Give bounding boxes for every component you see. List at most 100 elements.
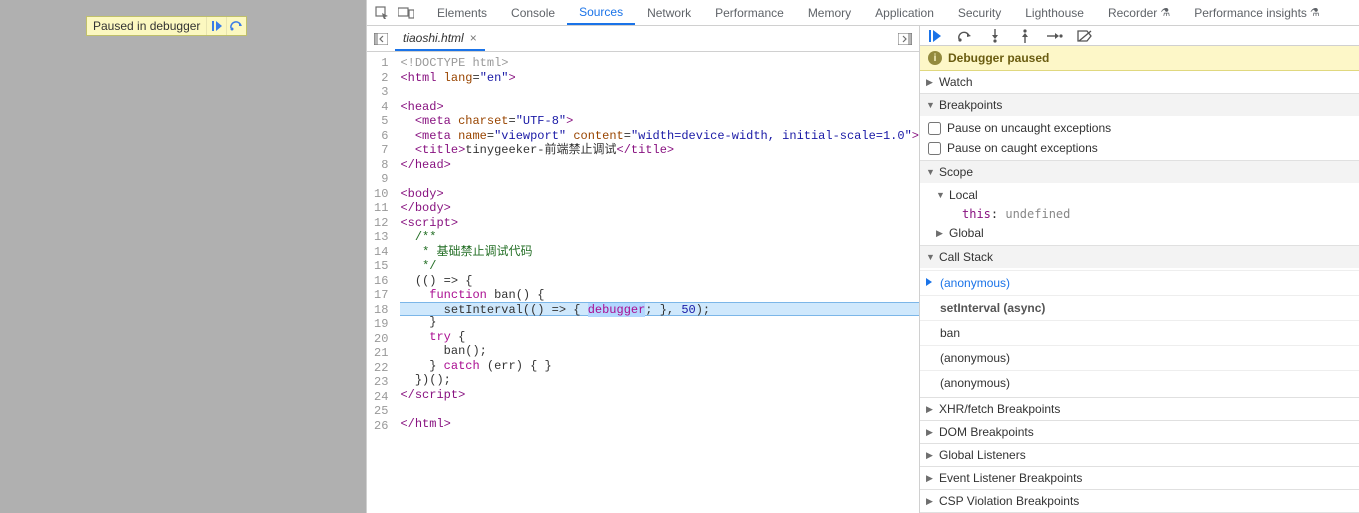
line-number[interactable]: 21 bbox=[367, 346, 388, 361]
code-line[interactable]: <script> bbox=[400, 216, 919, 231]
overlay-resume-button[interactable] bbox=[206, 17, 226, 35]
line-number[interactable]: 19 bbox=[367, 317, 388, 332]
code-line[interactable]: </script> bbox=[400, 388, 919, 403]
code-line[interactable]: ban(); bbox=[400, 344, 919, 359]
devtools-tab-application[interactable]: Application bbox=[863, 0, 946, 25]
devtools-tab-performance[interactable]: Performance bbox=[703, 0, 796, 25]
callstack-frame[interactable]: (anonymous) bbox=[920, 345, 1359, 370]
step-into-button[interactable] bbox=[986, 27, 1004, 45]
callstack-frame[interactable]: (anonymous) bbox=[920, 270, 1359, 295]
devtools-tab-elements[interactable]: Elements bbox=[425, 0, 499, 25]
event-listener-breakpoints-header[interactable]: ▶Event Listener Breakpoints bbox=[920, 467, 1359, 489]
devtools-tab-performance-insights[interactable]: Performance insights⚗ bbox=[1182, 0, 1332, 25]
devtools-tab-sources[interactable]: Sources bbox=[567, 0, 635, 25]
code-line[interactable]: */ bbox=[400, 259, 919, 274]
step-over-button[interactable] bbox=[956, 27, 974, 45]
code-editor[interactable]: 1234567891011121314151617181920212223242… bbox=[367, 52, 919, 513]
line-number[interactable]: 16 bbox=[367, 274, 388, 289]
csp-breakpoints-header[interactable]: ▶CSP Violation Breakpoints bbox=[920, 490, 1359, 512]
navigator-toggle-icon[interactable] bbox=[371, 29, 391, 49]
line-number[interactable]: 18 bbox=[367, 303, 388, 318]
debugger-sidebar: i Debugger paused ▶Watch ▼Breakpoints Pa… bbox=[920, 26, 1359, 513]
device-toggle-icon[interactable] bbox=[395, 2, 417, 24]
line-number[interactable]: 14 bbox=[367, 245, 388, 260]
code-line[interactable]: function ban() { bbox=[400, 288, 919, 303]
line-number[interactable]: 3 bbox=[367, 85, 388, 100]
devtools-tab-console[interactable]: Console bbox=[499, 0, 567, 25]
devtools-tab-memory[interactable]: Memory bbox=[796, 0, 863, 25]
code-line[interactable]: <head> bbox=[400, 100, 919, 115]
debugger-paused-banner: i Debugger paused bbox=[920, 46, 1359, 71]
code-line[interactable]: <title>tinygeeker-前端禁止调试</title> bbox=[400, 143, 919, 158]
code-line[interactable]: </body> bbox=[400, 201, 919, 216]
inspect-icon[interactable] bbox=[371, 2, 393, 24]
pause-caught-checkbox[interactable] bbox=[928, 142, 941, 155]
more-options-icon[interactable] bbox=[895, 29, 915, 49]
code-line[interactable]: </html> bbox=[400, 417, 919, 432]
line-number[interactable]: 26 bbox=[367, 419, 388, 434]
code-line[interactable]: <body> bbox=[400, 187, 919, 202]
line-number[interactable]: 13 bbox=[367, 230, 388, 245]
breakpoints-section-header[interactable]: ▼Breakpoints bbox=[920, 94, 1359, 116]
callstack-frame[interactable]: ban bbox=[920, 320, 1359, 345]
line-number[interactable]: 8 bbox=[367, 158, 388, 173]
code-line[interactable]: <!DOCTYPE html> bbox=[400, 56, 919, 71]
line-number[interactable]: 17 bbox=[367, 288, 388, 303]
code-line[interactable]: /** bbox=[400, 230, 919, 245]
scope-section-header[interactable]: ▼Scope bbox=[920, 161, 1359, 183]
line-number[interactable]: 24 bbox=[367, 390, 388, 405]
line-number[interactable]: 12 bbox=[367, 216, 388, 231]
line-number[interactable]: 6 bbox=[367, 129, 388, 144]
step-out-button[interactable] bbox=[1016, 27, 1034, 45]
scope-global[interactable]: ▶Global bbox=[920, 223, 1359, 243]
xhr-breakpoints-header[interactable]: ▶XHR/fetch Breakpoints bbox=[920, 398, 1359, 420]
line-number[interactable]: 20 bbox=[367, 332, 388, 347]
line-number[interactable]: 11 bbox=[367, 201, 388, 216]
deactivate-breakpoints-button[interactable] bbox=[1076, 27, 1094, 45]
code-line[interactable]: try { bbox=[400, 330, 919, 345]
devtools-tab-lighthouse[interactable]: Lighthouse bbox=[1013, 0, 1096, 25]
pause-uncaught-checkbox-row[interactable]: Pause on uncaught exceptions bbox=[920, 118, 1359, 138]
code-line[interactable] bbox=[400, 172, 919, 187]
devtools-tab-network[interactable]: Network bbox=[635, 0, 703, 25]
line-number[interactable]: 15 bbox=[367, 259, 388, 274]
file-tab[interactable]: tiaoshi.html × bbox=[395, 26, 485, 51]
code-line[interactable]: } bbox=[400, 315, 919, 330]
code-line[interactable]: setInterval(() => { debugger; }, 50); bbox=[400, 302, 919, 317]
overlay-step-button[interactable] bbox=[226, 17, 246, 35]
callstack-section-header[interactable]: ▼Call Stack bbox=[920, 246, 1359, 268]
close-icon[interactable]: × bbox=[470, 31, 477, 45]
line-number[interactable]: 2 bbox=[367, 71, 388, 86]
line-number[interactable]: 23 bbox=[367, 375, 388, 390]
line-number[interactable]: 7 bbox=[367, 143, 388, 158]
line-number[interactable]: 1 bbox=[367, 56, 388, 71]
code-line[interactable]: } catch (err) { } bbox=[400, 359, 919, 374]
code-line[interactable]: (() => { bbox=[400, 274, 919, 289]
callstack-frame[interactable]: (anonymous) bbox=[920, 370, 1359, 395]
code-line[interactable] bbox=[400, 85, 919, 100]
line-number[interactable]: 25 bbox=[367, 404, 388, 419]
pause-caught-checkbox-row[interactable]: Pause on caught exceptions bbox=[920, 138, 1359, 158]
code-line[interactable]: <html lang="en"> bbox=[400, 71, 919, 86]
resume-button[interactable] bbox=[926, 27, 944, 45]
code-line[interactable]: <meta name="viewport" content="width=dev… bbox=[400, 129, 919, 144]
devtools-tab-security[interactable]: Security bbox=[946, 0, 1013, 25]
devtools-tabbar: ElementsConsoleSourcesNetworkPerformance… bbox=[367, 0, 1359, 26]
scope-local[interactable]: ▼Local bbox=[920, 185, 1359, 205]
dom-breakpoints-header[interactable]: ▶DOM Breakpoints bbox=[920, 421, 1359, 443]
code-line[interactable]: })(); bbox=[400, 373, 919, 388]
global-listeners-header[interactable]: ▶Global Listeners bbox=[920, 444, 1359, 466]
devtools-tab-recorder[interactable]: Recorder⚗ bbox=[1096, 0, 1182, 25]
code-line[interactable]: <meta charset="UTF-8"> bbox=[400, 114, 919, 129]
watch-section-header[interactable]: ▶Watch bbox=[920, 71, 1359, 93]
line-number[interactable]: 9 bbox=[367, 172, 388, 187]
line-number[interactable]: 5 bbox=[367, 114, 388, 129]
step-button[interactable] bbox=[1046, 27, 1064, 45]
line-number[interactable]: 10 bbox=[367, 187, 388, 202]
line-number[interactable]: 22 bbox=[367, 361, 388, 376]
line-number[interactable]: 4 bbox=[367, 100, 388, 115]
code-line[interactable] bbox=[400, 402, 919, 417]
code-line[interactable]: </head> bbox=[400, 158, 919, 173]
pause-uncaught-checkbox[interactable] bbox=[928, 122, 941, 135]
code-line[interactable]: * 基础禁止调试代码 bbox=[400, 245, 919, 260]
